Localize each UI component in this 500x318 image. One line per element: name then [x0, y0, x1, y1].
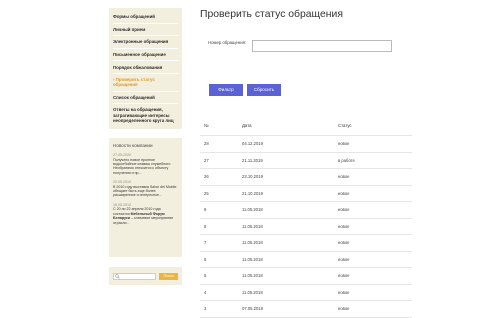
news-heading: Новости компании — [113, 143, 153, 149]
table-row: 6 11.05.2018 новое — [200, 252, 412, 268]
appeal-number-row: Номер обращения: — [208, 40, 392, 52]
form-buttons: Фильтр Сбросить — [209, 84, 281, 96]
cell-date: 21.11.2019 — [242, 157, 263, 163]
sidebar-item-appeal-procedure[interactable]: Порядок обжалования — [113, 61, 178, 74]
main-content: Проверить статус обращения Номер обращен… — [200, 8, 412, 318]
sidebar-item-check-status[interactable]: › Проверить статус обращения — [113, 74, 178, 92]
cell-number: 3 — [204, 306, 207, 312]
cell-date: 11.05.2018 — [242, 223, 263, 229]
cell-number: 6 — [204, 256, 207, 262]
cell-number: 4 — [204, 289, 207, 295]
news-panel: Новости компании 27.05.2020 Получено нов… — [109, 138, 182, 258]
search-icon — [115, 274, 120, 279]
appeal-number-input[interactable] — [252, 40, 392, 52]
sidebar-item-forms[interactable]: Формы обращений — [113, 11, 178, 24]
news-item[interactable]: 20.05.2010 В 2010 году выставка Salon de… — [113, 180, 178, 198]
cell-date: 21.10.2019 — [242, 190, 263, 196]
reset-button[interactable]: Сбросить — [247, 84, 281, 96]
table-row: 4 11.05.2018 новое — [200, 285, 412, 301]
cell-date: 11.05.2018 — [242, 289, 263, 295]
table-row: 7 11.05.2018 новое — [200, 235, 412, 252]
cell-date: 07.05.2018 — [242, 306, 263, 312]
cell-date: 11.05.2018 — [242, 273, 263, 279]
search-panel: Поиск — [109, 267, 182, 286]
sidebar: Формы обращений Личный прием Электронные… — [109, 8, 182, 286]
sidebar-item-written-appeal[interactable]: Письменное обращение — [113, 49, 178, 62]
cell-status: новое — [338, 240, 350, 246]
news-text[interactable]: В 2010 году выставка Salon del Mobile об… — [113, 185, 178, 198]
news-text[interactable]: С 20 по 22 апреля 2010 года состоится Ме… — [113, 207, 178, 225]
cell-number: 28 — [204, 141, 209, 147]
cell-status: новое — [338, 289, 350, 295]
table-row: 26 23.10.2019 новое — [200, 169, 412, 186]
table-row: 9 11.05.2018 новое — [200, 202, 412, 219]
cell-date: 23.10.2019 — [242, 174, 263, 180]
news-text[interactable]: Получено новое пропное водоотбойное клав… — [113, 158, 178, 176]
news-item[interactable]: 16.05.2010 С 20 по 22 апреля 2010 года с… — [113, 203, 178, 225]
table-row: 25 21.10.2019 новое — [200, 186, 412, 202]
cell-status: новое — [338, 256, 350, 262]
sidebar-item-electronic-appeals[interactable]: Электронные обращения — [113, 36, 178, 49]
cell-date: 11.05.2018 — [242, 256, 263, 262]
appeal-number-label: Номер обращения: — [208, 40, 247, 45]
cell-status: в работе — [338, 157, 355, 163]
column-header-status: Статус — [338, 123, 352, 128]
sidebar-item-public-answers[interactable]: Ответы на обращения, затрагивающие интер… — [113, 104, 178, 126]
table-row: 27 21.11.2019 в работе — [200, 153, 412, 169]
table-body: 28 04.12.2019 новое 27 21.11.2019 в работе 26 2… — [200, 136, 412, 318]
cell-number: 9 — [204, 207, 207, 213]
cell-status: новое — [338, 190, 350, 196]
cell-status: новое — [338, 174, 350, 180]
filter-button[interactable]: Фильтр — [209, 84, 243, 96]
news-item[interactable]: 27.05.2020 Получено новое пропное водоот… — [113, 153, 178, 175]
cell-number: 25 — [204, 190, 209, 196]
cell-date: 11.05.2018 — [242, 207, 263, 213]
table-row: 5 11.05.2018 новое — [200, 268, 412, 285]
cell-date: 04.12.2019 — [242, 141, 263, 147]
table-row: 8 11.05.2018 новое — [200, 219, 412, 235]
cell-number: 5 — [204, 273, 207, 279]
sidebar-item-appeals-list[interactable]: Список обращений — [113, 92, 178, 105]
table-header: № Дата Статус — [200, 116, 412, 136]
cell-status: новое — [338, 306, 350, 312]
search-input[interactable] — [113, 272, 157, 280]
cell-status: новое — [338, 141, 350, 147]
status-table: № Дата Статус 28 04.12.2019 новое 27 21.11.2… — [200, 116, 412, 318]
sidebar-nav: Формы обращений Личный прием Электронные… — [109, 8, 182, 130]
cell-status: новое — [338, 223, 350, 229]
cell-number: 27 — [204, 157, 209, 163]
cell-number: 8 — [204, 223, 207, 229]
table-row: 28 04.12.2019 новое — [200, 136, 412, 153]
search-button[interactable]: Поиск — [159, 272, 178, 280]
cell-number: 26 — [204, 174, 209, 180]
column-header-date: Дата — [242, 123, 252, 128]
sidebar-item-personal-reception[interactable]: Личный прием — [113, 24, 178, 37]
cell-date: 11.05.2018 — [242, 240, 263, 246]
column-header-number: № — [204, 123, 209, 128]
page-title: Проверить статус обращения — [200, 9, 343, 20]
cell-status: новое — [338, 273, 350, 279]
table-row: 3 07.05.2018 новое — [200, 301, 412, 318]
cell-number: 7 — [204, 240, 207, 246]
cell-status: новое — [338, 207, 350, 213]
